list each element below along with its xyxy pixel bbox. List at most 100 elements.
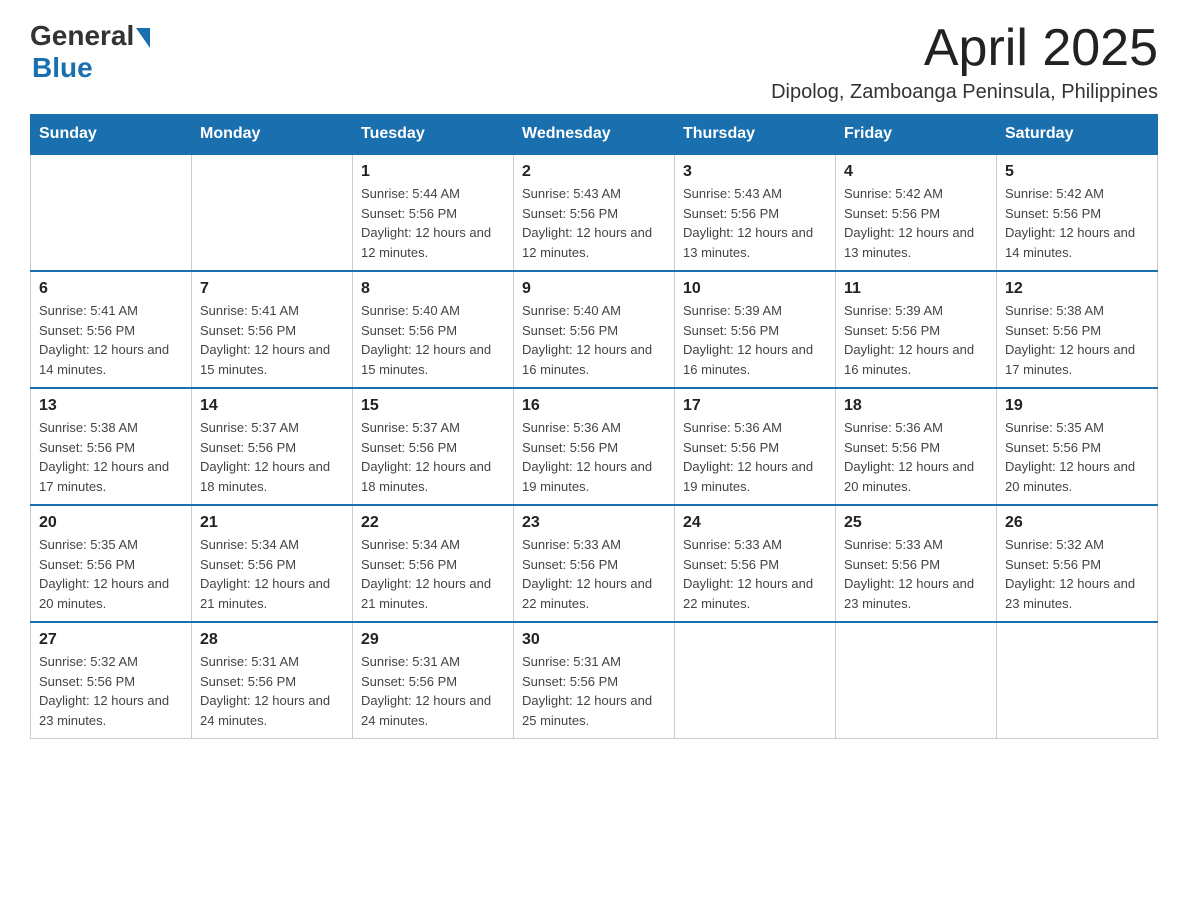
calendar-week-row: 20Sunrise: 5:35 AMSunset: 5:56 PMDayligh… (31, 505, 1158, 622)
calendar-cell: 17Sunrise: 5:36 AMSunset: 5:56 PMDayligh… (675, 388, 836, 505)
day-info: Sunrise: 5:37 AMSunset: 5:56 PMDaylight:… (361, 418, 505, 496)
day-info: Sunrise: 5:36 AMSunset: 5:56 PMDaylight:… (522, 418, 666, 496)
calendar-cell: 11 Sunrise: 5:39 AMSunset: 5:56 PMDayligh… (836, 271, 997, 388)
location-subtitle: Dipolog, Zamboanga Peninsula, Philippine… (771, 81, 1158, 104)
title-section: April 2025 Dipolog, Zamboanga Peninsula,… (771, 20, 1158, 104)
day-number: 19 (1005, 397, 1149, 415)
day-number: 22 (361, 514, 505, 532)
day-number: 9 (522, 280, 666, 298)
day-number: 13 (39, 397, 183, 415)
calendar-cell: 28Sunrise: 5:31 AMSunset: 5:56 PMDayligh… (192, 622, 353, 739)
day-info: Sunrise: 5:42 AMSunset: 5:56 PMDaylight:… (844, 184, 988, 262)
calendar-week-row: 27 Sunrise: 5:32 AMSunset: 5:56 PMDayligh… (31, 622, 1158, 739)
weekday-header-saturday: Saturday (997, 115, 1158, 155)
month-title: April 2025 (771, 20, 1158, 77)
day-number: 23 (522, 514, 666, 532)
calendar-cell: 12 Sunrise: 5:38 AMSunset: 5:56 PMDayligh… (997, 271, 1158, 388)
weekday-header-monday: Monday (192, 115, 353, 155)
calendar-cell (836, 622, 997, 739)
day-info: Sunrise: 5:38 AMSunset: 5:56 PMDaylight:… (39, 418, 183, 496)
day-number: 27 (39, 631, 183, 649)
day-number: 10 (683, 280, 827, 298)
day-info: Sunrise: 5:41 AMSunset: 5:56 PMDaylight:… (200, 301, 344, 379)
logo-blue-text: Blue (32, 52, 93, 84)
day-info: Sunrise: 5:42 AMSunset: 5:56 PMDaylight:… (1005, 184, 1149, 262)
day-info: Sunrise: 5:37 AMSunset: 5:56 PMDaylight:… (200, 418, 344, 496)
day-info: Sunrise: 5:32 AMSunset: 5:56 PMDaylight:… (39, 652, 183, 730)
day-number: 18 (844, 397, 988, 415)
day-number: 26 (1005, 514, 1149, 532)
calendar-cell: 27 Sunrise: 5:32 AMSunset: 5:56 PMDayligh… (31, 622, 192, 739)
logo: General Blue (30, 20, 150, 84)
calendar-cell: 25 Sunrise: 5:33 AMSunset: 5:56 PMDayligh… (836, 505, 997, 622)
calendar-cell: 20Sunrise: 5:35 AMSunset: 5:56 PMDayligh… (31, 505, 192, 622)
calendar-cell: 13 Sunrise: 5:38 AMSunset: 5:56 PMDayligh… (31, 388, 192, 505)
calendar-table: SundayMondayTuesdayWednesdayThursdayFrid… (30, 114, 1158, 739)
calendar-cell: 2 Sunrise: 5:43 AMSunset: 5:56 PMDaylight… (514, 154, 675, 271)
calendar-cell: 3Sunrise: 5:43 AMSunset: 5:56 PMDaylight… (675, 154, 836, 271)
day-number: 7 (200, 280, 344, 298)
day-info: Sunrise: 5:31 AMSunset: 5:56 PMDaylight:… (361, 652, 505, 730)
day-info: Sunrise: 5:41 AMSunset: 5:56 PMDaylight:… (39, 301, 183, 379)
calendar-cell: 14 Sunrise: 5:37 AMSunset: 5:56 PMDayligh… (192, 388, 353, 505)
day-number: 12 (1005, 280, 1149, 298)
calendar-cell: 19 Sunrise: 5:35 AMSunset: 5:56 PMDayligh… (997, 388, 1158, 505)
day-info: Sunrise: 5:32 AMSunset: 5:56 PMDaylight:… (1005, 535, 1149, 613)
day-info: Sunrise: 5:35 AMSunset: 5:56 PMDaylight:… (1005, 418, 1149, 496)
weekday-header-tuesday: Tuesday (353, 115, 514, 155)
day-number: 6 (39, 280, 183, 298)
calendar-cell: 15 Sunrise: 5:37 AMSunset: 5:56 PMDayligh… (353, 388, 514, 505)
calendar-cell (31, 154, 192, 271)
logo-triangle-icon (134, 24, 150, 48)
calendar-cell: 26 Sunrise: 5:32 AMSunset: 5:56 PMDayligh… (997, 505, 1158, 622)
weekday-header-friday: Friday (836, 115, 997, 155)
calendar-cell (675, 622, 836, 739)
day-info: Sunrise: 5:33 AMSunset: 5:56 PMDaylight:… (844, 535, 988, 613)
day-number: 20 (39, 514, 183, 532)
calendar-week-row: 13 Sunrise: 5:38 AMSunset: 5:56 PMDayligh… (31, 388, 1158, 505)
day-info: Sunrise: 5:33 AMSunset: 5:56 PMDaylight:… (522, 535, 666, 613)
calendar-cell: 1 Sunrise: 5:44 AMSunset: 5:56 PMDaylight… (353, 154, 514, 271)
day-number: 3 (683, 163, 827, 181)
calendar-cell: 16 Sunrise: 5:36 AMSunset: 5:56 PMDayligh… (514, 388, 675, 505)
day-info: Sunrise: 5:40 AMSunset: 5:56 PMDaylight:… (522, 301, 666, 379)
day-number: 8 (361, 280, 505, 298)
calendar-cell: 22 Sunrise: 5:34 AMSunset: 5:56 PMDayligh… (353, 505, 514, 622)
day-info: Sunrise: 5:34 AMSunset: 5:56 PMDaylight:… (361, 535, 505, 613)
day-number: 11 (844, 280, 988, 298)
day-number: 5 (1005, 163, 1149, 181)
day-number: 2 (522, 163, 666, 181)
weekday-header-row: SundayMondayTuesdayWednesdayThursdayFrid… (31, 115, 1158, 155)
weekday-header-wednesday: Wednesday (514, 115, 675, 155)
day-info: Sunrise: 5:33 AMSunset: 5:56 PMDaylight:… (683, 535, 827, 613)
day-number: 14 (200, 397, 344, 415)
calendar-cell (192, 154, 353, 271)
logo-general-text: General (30, 20, 134, 52)
day-number: 21 (200, 514, 344, 532)
day-number: 25 (844, 514, 988, 532)
day-info: Sunrise: 5:39 AMSunset: 5:56 PMDaylight:… (844, 301, 988, 379)
day-number: 16 (522, 397, 666, 415)
calendar-cell: 23 Sunrise: 5:33 AMSunset: 5:56 PMDayligh… (514, 505, 675, 622)
calendar-cell: 5 Sunrise: 5:42 AMSunset: 5:56 PMDaylight… (997, 154, 1158, 271)
day-number: 30 (522, 631, 666, 649)
calendar-cell: 18Sunrise: 5:36 AMSunset: 5:56 PMDayligh… (836, 388, 997, 505)
day-number: 4 (844, 163, 988, 181)
calendar-week-row: 6 Sunrise: 5:41 AMSunset: 5:56 PMDaylight… (31, 271, 1158, 388)
day-info: Sunrise: 5:34 AMSunset: 5:56 PMDaylight:… (200, 535, 344, 613)
calendar-cell: 24Sunrise: 5:33 AMSunset: 5:56 PMDayligh… (675, 505, 836, 622)
day-number: 28 (200, 631, 344, 649)
calendar-cell (997, 622, 1158, 739)
day-info: Sunrise: 5:44 AMSunset: 5:56 PMDaylight:… (361, 184, 505, 262)
calendar-cell: 4 Sunrise: 5:42 AMSunset: 5:56 PMDaylight… (836, 154, 997, 271)
day-info: Sunrise: 5:38 AMSunset: 5:56 PMDaylight:… (1005, 301, 1149, 379)
page-header: General Blue April 2025 Dipolog, Zamboan… (30, 20, 1158, 104)
calendar-cell: 29Sunrise: 5:31 AMSunset: 5:56 PMDayligh… (353, 622, 514, 739)
day-number: 17 (683, 397, 827, 415)
day-number: 1 (361, 163, 505, 181)
calendar-cell: 30Sunrise: 5:31 AMSunset: 5:56 PMDayligh… (514, 622, 675, 739)
calendar-cell: 21 Sunrise: 5:34 AMSunset: 5:56 PMDayligh… (192, 505, 353, 622)
day-number: 15 (361, 397, 505, 415)
calendar-cell: 10Sunrise: 5:39 AMSunset: 5:56 PMDayligh… (675, 271, 836, 388)
day-info: Sunrise: 5:43 AMSunset: 5:56 PMDaylight:… (522, 184, 666, 262)
